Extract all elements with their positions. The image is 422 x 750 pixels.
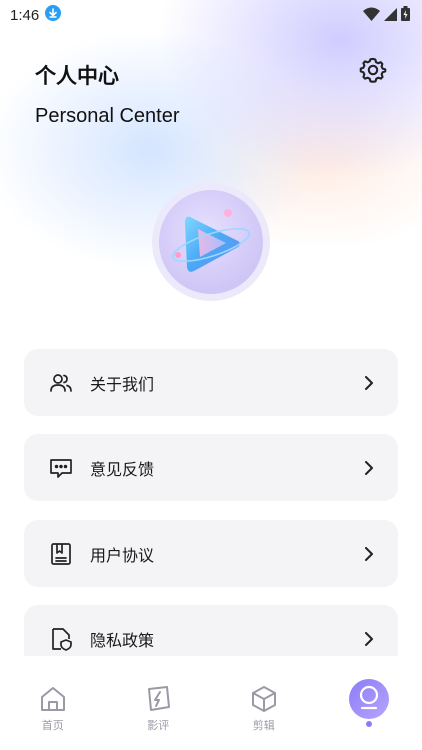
review-icon bbox=[143, 684, 173, 714]
wifi-icon bbox=[363, 6, 380, 25]
settings-button[interactable] bbox=[356, 55, 390, 89]
signal-icon bbox=[384, 6, 397, 25]
status-left: 1:46 bbox=[10, 5, 62, 25]
nav-label: 剪辑 bbox=[252, 719, 275, 732]
status-right bbox=[363, 5, 410, 25]
nav-item-home[interactable]: 首页 bbox=[13, 684, 93, 733]
status-time: 1:46 bbox=[10, 6, 40, 24]
chevron-right-icon bbox=[362, 546, 376, 561]
box-icon bbox=[249, 684, 279, 714]
menu-item-about[interactable]: 关于我们 bbox=[24, 349, 398, 416]
privacy-icon bbox=[48, 626, 74, 652]
chevron-right-icon bbox=[362, 460, 376, 475]
nav-active-indicator bbox=[366, 721, 372, 727]
nav-item-review[interactable]: 影评 bbox=[118, 684, 198, 733]
download-icon bbox=[45, 5, 62, 25]
menu-item-label: 关于我们 bbox=[90, 374, 155, 394]
chevron-right-icon bbox=[362, 631, 376, 646]
gear-icon bbox=[359, 56, 387, 88]
chat-icon bbox=[48, 455, 74, 481]
battery-icon bbox=[401, 5, 410, 25]
menu-item-user-agreement[interactable]: 用户协议 bbox=[24, 520, 398, 587]
menu-item-label: 用户协议 bbox=[90, 545, 155, 565]
menu-item-label: 隐私政策 bbox=[90, 630, 155, 650]
app-logo-inner bbox=[159, 190, 263, 294]
chevron-right-icon bbox=[362, 375, 376, 390]
play-logo-icon bbox=[172, 209, 250, 272]
menu-item-feedback[interactable]: 意见反馈 bbox=[24, 434, 398, 501]
page-subtitle: Personal Center bbox=[35, 105, 180, 127]
home-icon bbox=[38, 684, 68, 714]
profile-icon bbox=[355, 683, 383, 715]
nav-label: 影评 bbox=[147, 719, 170, 732]
page-title: 个人中心 bbox=[35, 64, 119, 88]
menu-item-label: 意见反馈 bbox=[90, 459, 155, 479]
nav-item-edit[interactable]: 剪辑 bbox=[224, 684, 304, 733]
status-bar: 1:46 bbox=[0, 0, 422, 30]
agreement-icon bbox=[48, 541, 74, 567]
nav-label: 首页 bbox=[41, 719, 64, 732]
nav-item-profile[interactable] bbox=[349, 679, 389, 719]
app-logo bbox=[152, 183, 270, 301]
personal-center-screen: 1:46 个人中心 Personal Center 关于我们 意见反馈 用户协议… bbox=[0, 0, 422, 750]
users-icon bbox=[48, 370, 74, 396]
